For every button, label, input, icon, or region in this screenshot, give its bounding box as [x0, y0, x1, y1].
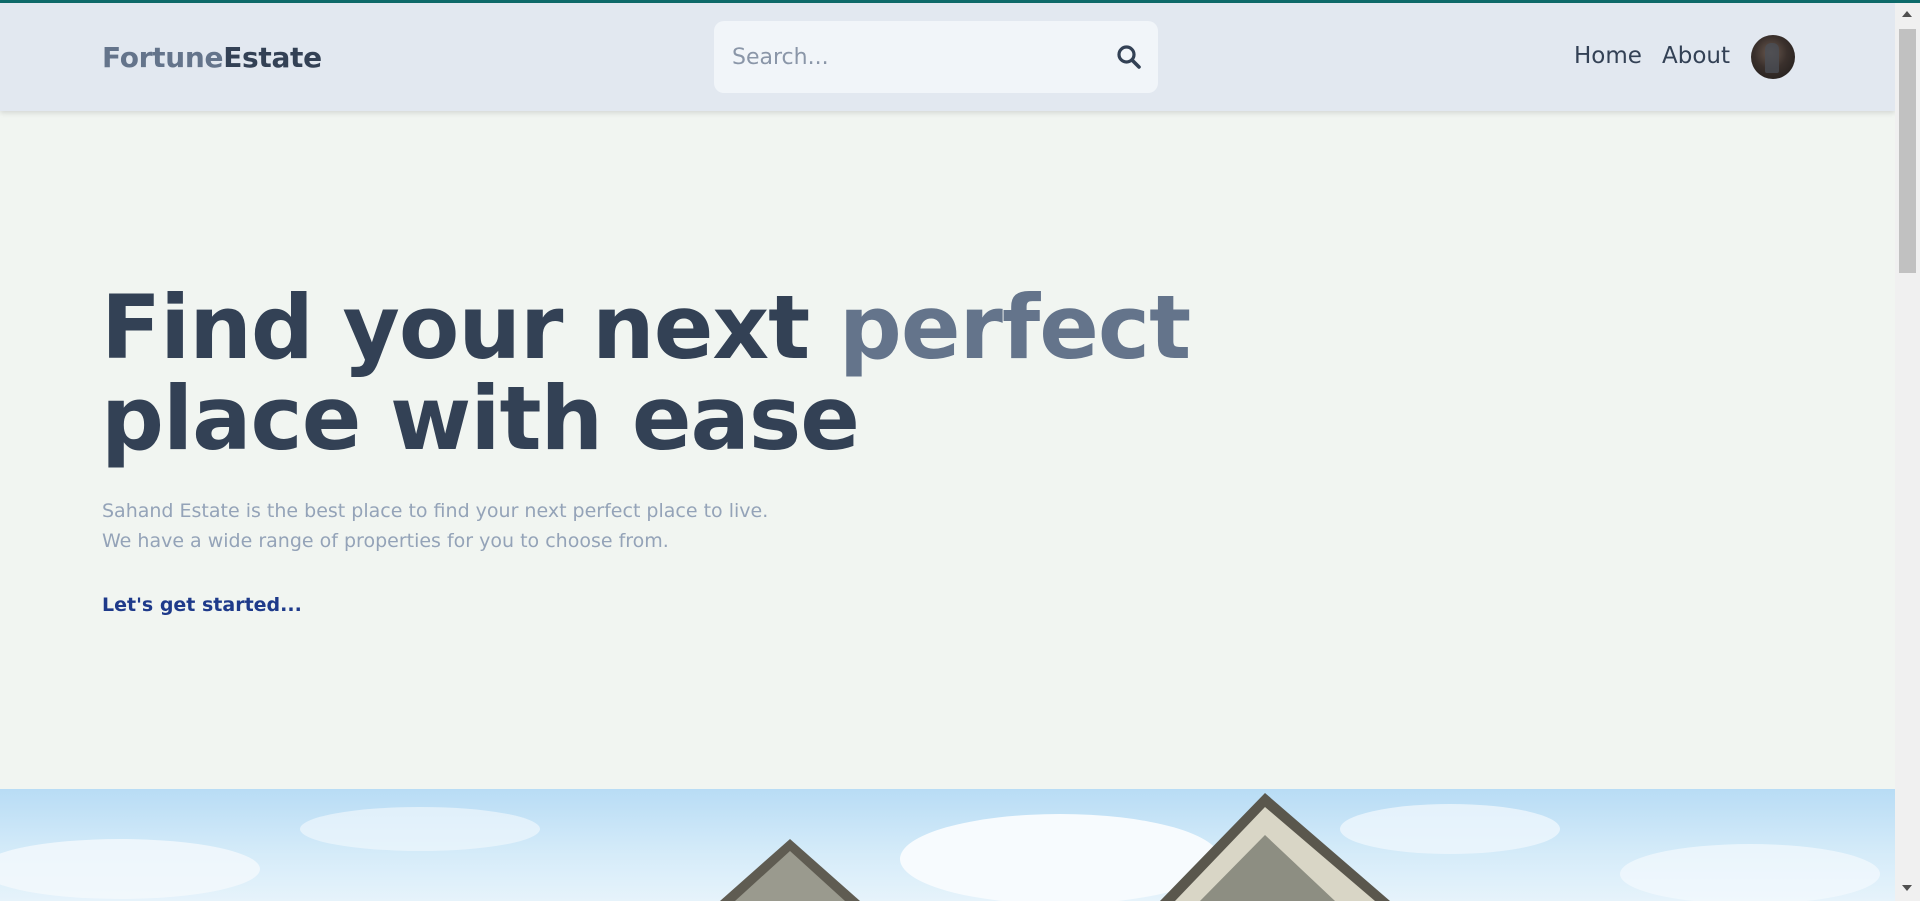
- scrollbar-thumb[interactable]: [1899, 29, 1916, 273]
- nav-link-home[interactable]: Home: [1574, 43, 1642, 69]
- hero-description-line1: Sahand Estate is the best place to find …: [102, 500, 769, 522]
- search-input[interactable]: [732, 21, 1092, 93]
- page: FortuneEstate Home About Find your next …: [0, 0, 1920, 901]
- hero-description: Sahand Estate is the best place to find …: [102, 496, 768, 556]
- page-scrollbar[interactable]: [1895, 3, 1920, 901]
- hero-title-part1: Find your next: [101, 276, 839, 379]
- search-form: [714, 21, 1158, 93]
- hero-title-part2: place with ease: [101, 367, 860, 470]
- site-header: FortuneEstate Home About: [0, 3, 1895, 111]
- nav-link-about[interactable]: About: [1662, 43, 1730, 69]
- scroll-up-arrow-icon[interactable]: [1902, 11, 1912, 17]
- logo-part-estate: Estate: [223, 41, 322, 74]
- hero-banner-image: [0, 789, 1895, 901]
- hero-description-line2: We have a wide range of properties for y…: [102, 530, 669, 552]
- get-started-link[interactable]: Let's get started...: [102, 594, 302, 616]
- hero-title-accent: perfect: [838, 276, 1191, 379]
- house-roof-illustration: [0, 793, 1880, 901]
- site-logo[interactable]: FortuneEstate: [102, 41, 322, 74]
- search-icon[interactable]: [1116, 44, 1142, 70]
- scroll-down-arrow-icon[interactable]: [1902, 885, 1912, 891]
- user-avatar[interactable]: [1751, 35, 1795, 79]
- hero-title: Find your next perfect place with ease: [101, 282, 1191, 464]
- logo-part-fortune: Fortune: [102, 41, 224, 74]
